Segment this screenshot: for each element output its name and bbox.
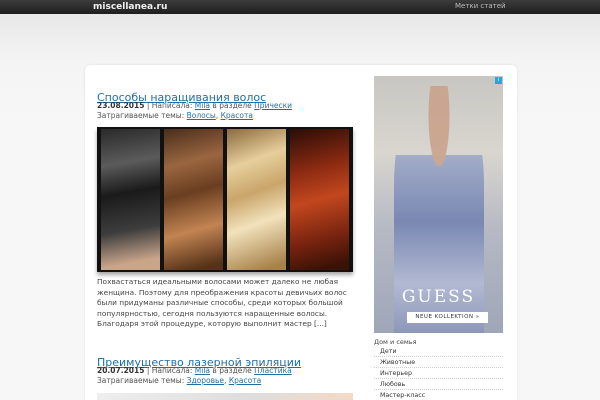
hair-photo-red-curly [290, 129, 349, 270]
sidebar-category-item[interactable]: Животные [374, 357, 503, 368]
sidebar-advertisement[interactable]: i GUESS NEUE KOLLEKTION » [374, 76, 503, 333]
section-prefix: в разделе [212, 366, 252, 375]
post-1-hero-image[interactable] [97, 127, 353, 272]
post-2-hero-image[interactable] [97, 393, 353, 400]
post-1-meta: 23.08.2015 | Написала: Mila в разделе Пр… [97, 101, 292, 111]
ad-brand-logo: GUESS [401, 287, 476, 307]
sidebar-category-item[interactable]: Любовь [374, 379, 503, 390]
hair-photo-dark [101, 129, 160, 270]
top-bar: miscellanea.ru Метки статей [0, 0, 600, 14]
section-link[interactable]: Прически [254, 101, 292, 110]
author-link[interactable]: Mila [195, 101, 210, 110]
tag-link[interactable]: Волосы [187, 111, 216, 120]
hair-photo-brown-curly [164, 129, 223, 270]
tag-link[interactable]: Красота [221, 111, 253, 120]
ad-cta-button[interactable]: NEUE KOLLEKTION » [407, 312, 488, 323]
author-link[interactable]: Mila [195, 366, 210, 375]
post-date: 23.08.2015 [97, 101, 145, 110]
post-excerpt: Похвастаться идеальными волосами может д… [97, 277, 347, 328]
post-1-tags: Затрагиваемые темы: Волосы, Красота [97, 111, 253, 120]
adchoices-icon[interactable]: i [495, 77, 502, 84]
tags-page-link[interactable]: Метки статей [455, 1, 506, 11]
site-title-link[interactable]: miscellanea.ru [93, 1, 167, 13]
post-2-meta: 20.07.2015 | Написала: Mila в разделе Пл… [97, 366, 292, 376]
tags-label: Затрагиваемые темы: [97, 111, 185, 120]
sidebar-category-item[interactable]: Интерьер [374, 368, 503, 379]
author-prefix: | Написала: [146, 101, 193, 110]
hair-photo-blonde [227, 129, 286, 270]
post-date: 20.07.2015 [97, 366, 145, 375]
sidebar-category-list: Дети Животные Интерьер Любовь Мастер-кла… [374, 346, 503, 400]
sidebar-category-item[interactable]: Дети [374, 346, 503, 357]
author-prefix: | Написала: [146, 366, 193, 375]
section-link[interactable]: Пластика [254, 366, 292, 375]
tag-link[interactable]: Красота [229, 376, 261, 385]
tag-link[interactable]: Здоровье [187, 376, 224, 385]
post-2-tags: Затрагиваемые темы: Здоровье, Красота [97, 376, 262, 385]
section-prefix: в разделе [212, 101, 252, 110]
sidebar-category-item[interactable]: Мастер-класс [374, 390, 503, 400]
tags-label: Затрагиваемые темы: [97, 376, 185, 385]
